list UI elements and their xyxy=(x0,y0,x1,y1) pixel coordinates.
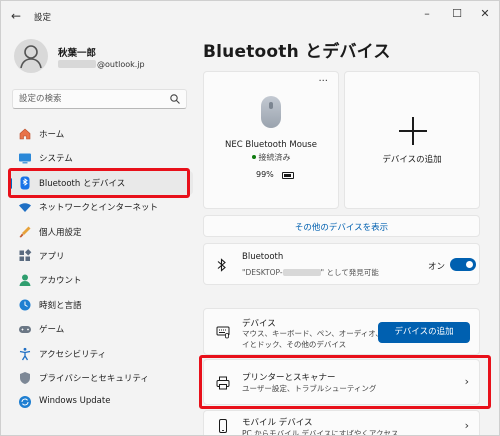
title-bar: ← 設定 – ☐ ✕ xyxy=(1,1,499,31)
network-icon xyxy=(19,203,31,213)
user-email: @outlook.jp xyxy=(58,60,145,69)
sidebar-item-label: ゲーム xyxy=(39,325,65,336)
page-title: Bluetooth とデバイス xyxy=(203,42,391,62)
search-box[interactable] xyxy=(12,89,187,109)
home-icon xyxy=(19,128,31,140)
battery-icon xyxy=(282,172,294,179)
system-icon xyxy=(19,153,31,164)
back-arrow-icon[interactable]: ← xyxy=(11,9,25,23)
sidebar-item-label: ホーム xyxy=(39,130,65,140)
more-options-icon[interactable]: ··· xyxy=(318,76,328,87)
sidebar-item-apps[interactable]: アプリ xyxy=(9,244,193,268)
chevron-right-icon: › xyxy=(464,419,469,432)
sidebar-item-privacy[interactable]: プライバシーとセキュリティ xyxy=(9,366,193,390)
redacted-pc-name xyxy=(282,269,321,276)
devices-row[interactable]: デバイス マウス、キーボード、ペン、オーディオ、ディスプレ イとドック、その他のデ… xyxy=(203,308,480,355)
sidebar-item-personalization[interactable]: 個人用設定 xyxy=(9,220,193,244)
sidebar-item-time-language[interactable]: 時刻と言語 xyxy=(9,293,193,317)
add-device-card[interactable]: デバイスの追加 xyxy=(344,71,480,209)
user-icon xyxy=(20,45,42,69)
sidebar-item-windows-update[interactable]: Windows Update xyxy=(9,390,193,414)
mouse-wheel xyxy=(269,102,273,109)
sidebar-item-label: 個人用設定 xyxy=(39,227,82,238)
add-device-button[interactable]: デバイスの追加 xyxy=(378,322,470,343)
redacted-email-block xyxy=(58,60,96,68)
device-name: NEC Bluetooth Mouse xyxy=(225,140,317,150)
close-button[interactable]: ✕ xyxy=(470,3,499,25)
search-input[interactable] xyxy=(19,93,169,105)
bluetooth-toggle[interactable] xyxy=(450,258,476,271)
sidebar-item-network[interactable]: ネットワークとインターネット xyxy=(9,195,193,219)
bluetooth-title: Bluetooth xyxy=(242,252,284,262)
bluetooth-icon xyxy=(217,258,226,272)
maximize-button[interactable]: ☐ xyxy=(442,3,472,25)
sidebar-item-label: アプリ xyxy=(39,251,65,262)
sidebar-item-accessibility[interactable]: アクセシビリティ xyxy=(9,342,193,366)
windows-update-icon xyxy=(19,396,31,409)
highlight-box-bluetooth xyxy=(8,168,190,198)
sidebar-item-label: ネットワークとインターネット xyxy=(39,203,159,214)
sidebar-item-label: プライバシーとセキュリティ xyxy=(39,373,149,384)
sidebar-item-label: 時刻と言語 xyxy=(39,300,82,311)
app-title: 設定 xyxy=(34,13,52,23)
search-icon xyxy=(170,94,180,104)
sidebar-item-home[interactable]: ホーム xyxy=(9,122,193,146)
gaming-icon xyxy=(19,326,31,334)
highlight-box-printers xyxy=(199,355,491,409)
sidebar-item-gaming[interactable]: ゲーム xyxy=(9,317,193,341)
mobile-phone-icon xyxy=(219,419,227,433)
apps-icon xyxy=(19,249,32,261)
account-icon xyxy=(19,274,31,287)
battery-level: 99% xyxy=(256,170,274,179)
devices-icon xyxy=(216,326,230,339)
sidebar-item-label: Windows Update xyxy=(39,396,111,407)
sidebar-item-account[interactable]: アカウント xyxy=(9,268,193,292)
accessibility-icon xyxy=(19,347,31,360)
minimize-button[interactable]: – xyxy=(412,3,442,25)
sidebar-item-label: システム xyxy=(39,154,73,165)
mouse-icon xyxy=(261,96,281,128)
bluetooth-subtitle: "DESKTOP- " として発見可能 xyxy=(242,268,379,277)
bluetooth-row: Bluetooth "DESKTOP- " として発見可能 オン xyxy=(203,243,480,285)
user-name: 秋葉一郎 xyxy=(58,48,97,59)
time-language-icon xyxy=(19,299,31,311)
privacy-icon xyxy=(20,371,30,384)
plus-icon xyxy=(399,117,427,145)
sidebar-item-label: アクセシビリティ xyxy=(39,349,107,360)
connected-dot-icon xyxy=(251,155,256,159)
personalization-icon xyxy=(19,226,31,238)
mobile-devices-title: モバイル デバイス xyxy=(242,418,313,428)
device-status: 接続済み xyxy=(204,152,338,163)
view-more-devices-link[interactable]: その他のデバイスを表示 xyxy=(203,215,480,237)
mobile-devices-row[interactable]: モバイル デバイス PC からモバイル デバイスにすばやくアクセス › xyxy=(203,410,480,436)
sidebar-nav: ホーム システム Bluetooth とデバイス ネットワークとインターネット xyxy=(9,122,193,415)
settings-window: ← 設定 – ☐ ✕ 秋葉一郎 @outlook.jp ホーム xyxy=(0,0,500,436)
bluetooth-toggle-label: オン xyxy=(428,262,446,272)
device-card-mouse[interactable]: ··· NEC Bluetooth Mouse 接続済み 99% xyxy=(203,71,339,209)
view-more-devices-label: その他のデバイスを表示 xyxy=(294,223,389,233)
sidebar-item-label: アカウント xyxy=(39,276,82,287)
add-device-card-label: デバイスの追加 xyxy=(382,155,442,165)
mobile-devices-subtitle: PC からモバイル デバイスにすばやくアクセス xyxy=(242,429,399,436)
avatar[interactable] xyxy=(14,39,48,73)
